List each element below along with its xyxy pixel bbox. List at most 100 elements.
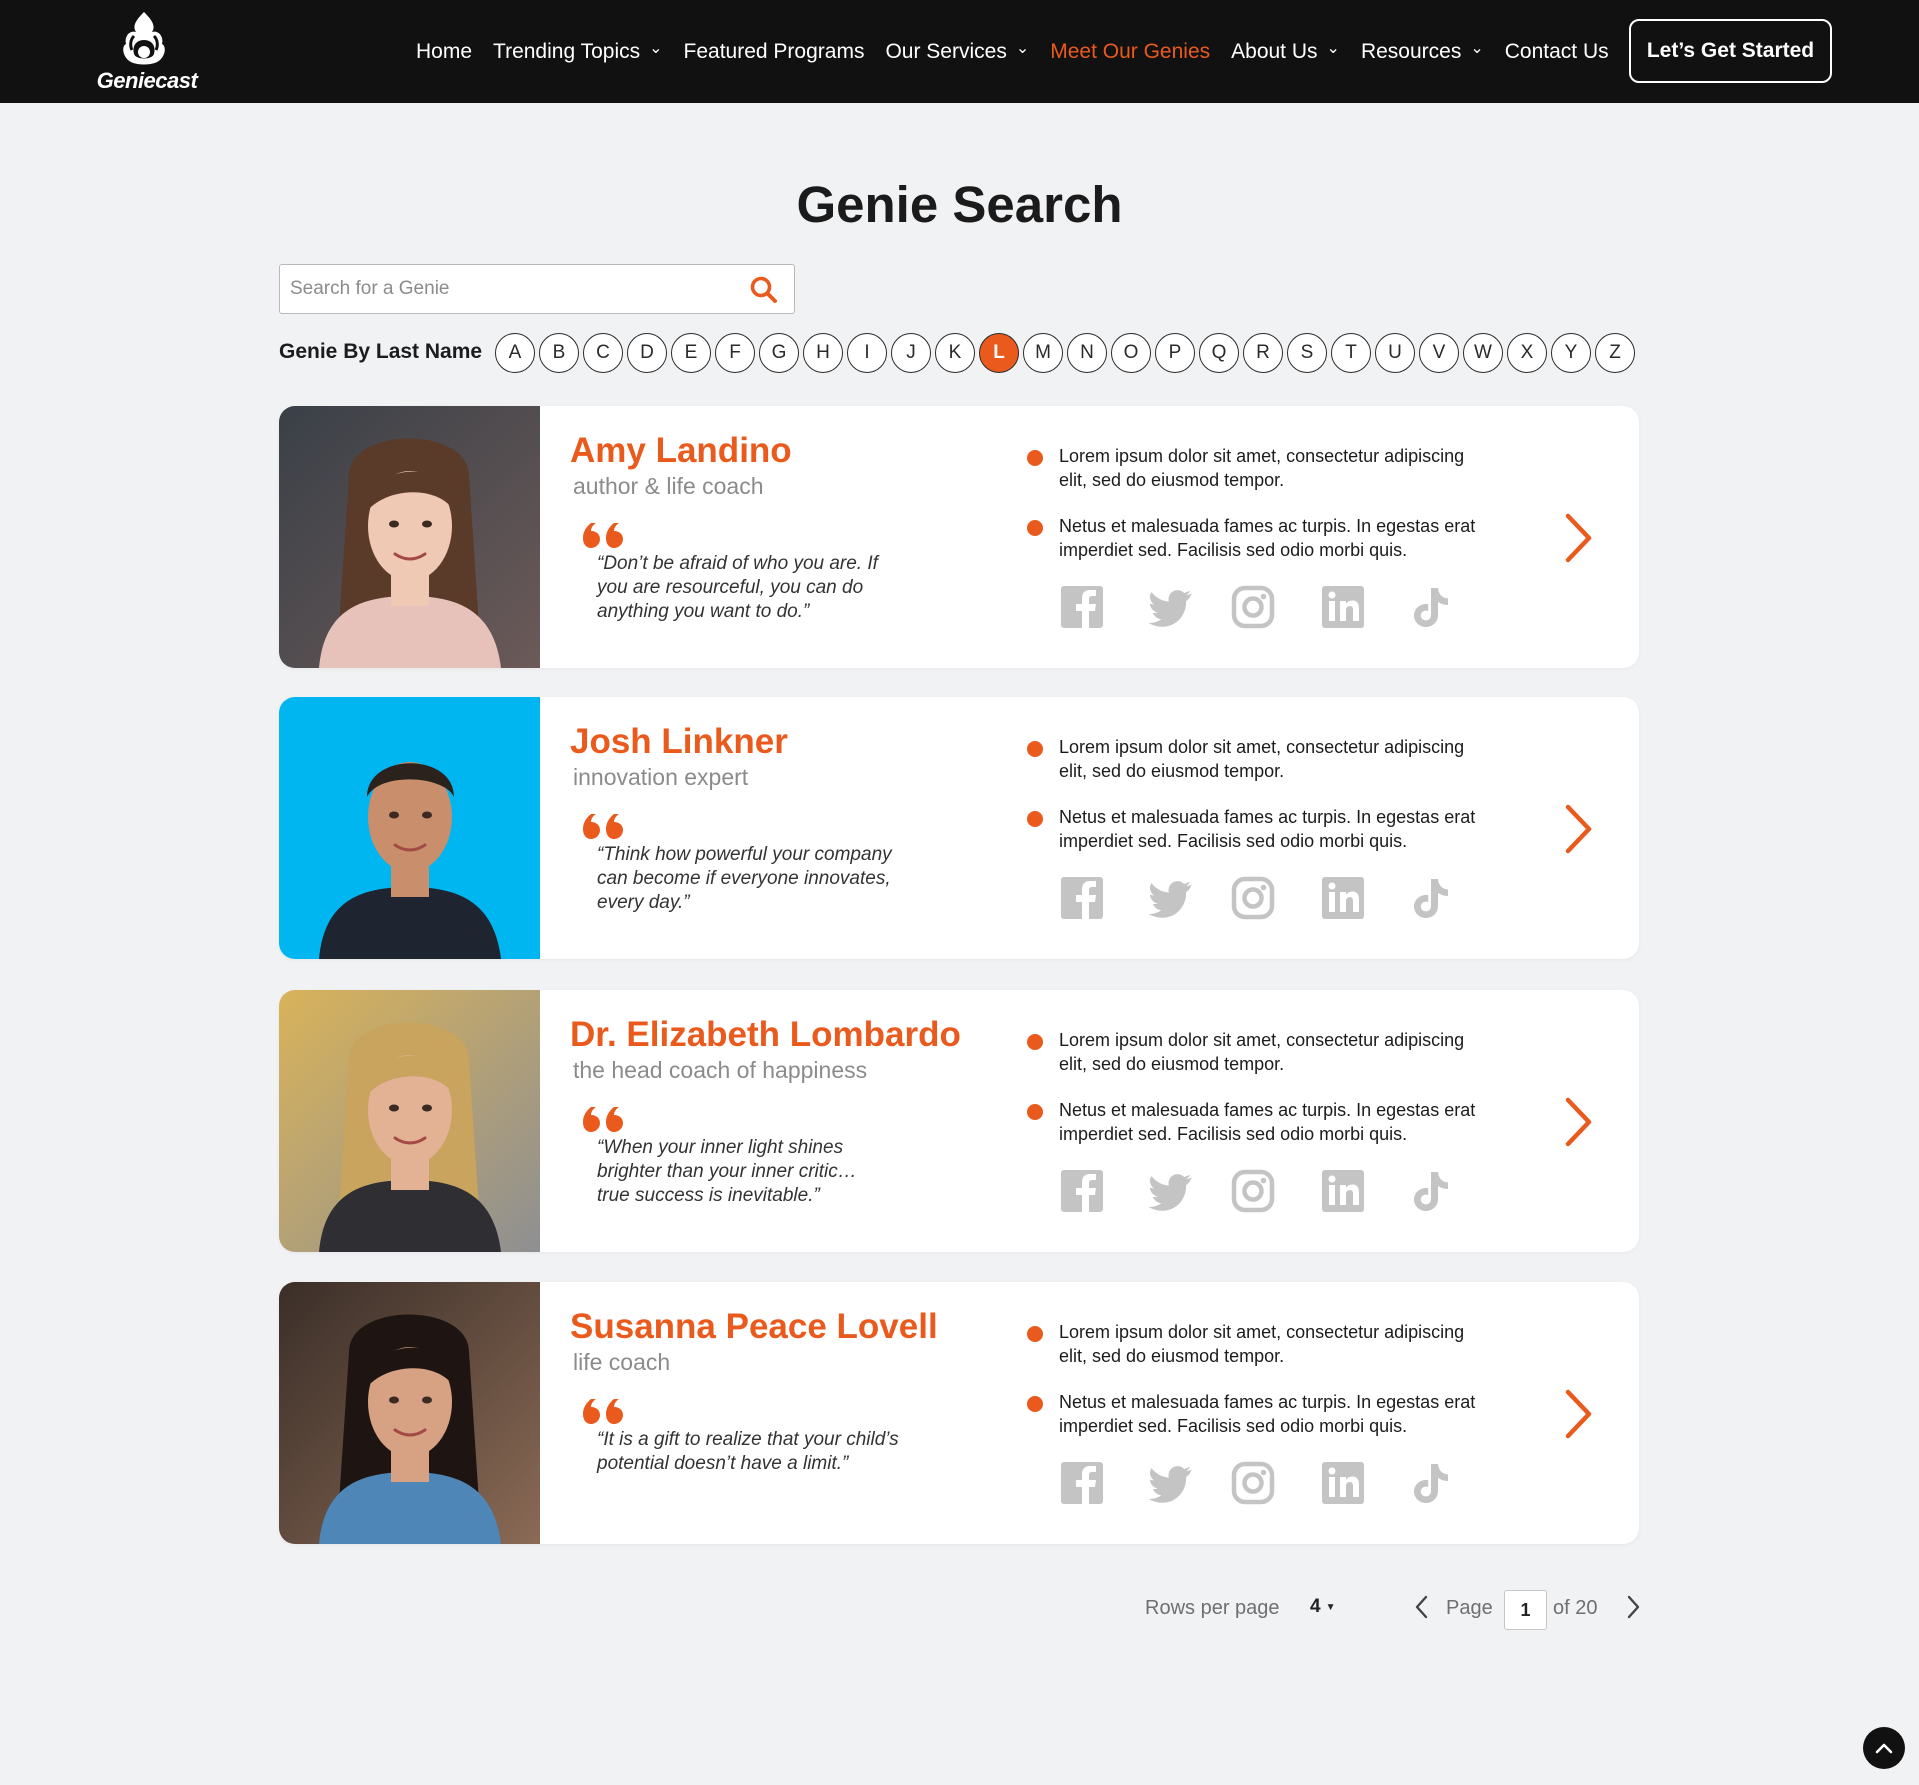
letter-filter-q[interactable]: Q — [1199, 333, 1239, 373]
genie-highlights: Lorem ipsum dolor sit amet, consectetur … — [1027, 1028, 1497, 1146]
letter-filter-o[interactable]: O — [1111, 333, 1151, 373]
letter-filter-z[interactable]: Z — [1595, 333, 1635, 373]
letter-filter-f[interactable]: F — [715, 333, 755, 373]
genie-photo[interactable] — [279, 697, 540, 959]
letter-filter-y[interactable]: Y — [1551, 333, 1591, 373]
genie-card[interactable]: Susanna Peace Lovell life coach “It is a g… — [279, 1282, 1639, 1544]
twitter-icon[interactable] — [1148, 584, 1194, 630]
twitter-icon[interactable] — [1148, 1460, 1194, 1506]
nav-item-home[interactable]: Home — [416, 40, 472, 64]
bullet-dot-icon — [1027, 1034, 1043, 1050]
nav-item-featured-programs[interactable]: Featured Programs — [684, 40, 865, 64]
quote-icon — [583, 1107, 623, 1132]
rows-per-page-label: Rows per page — [1145, 1597, 1280, 1619]
letter-filter-x[interactable]: X — [1507, 333, 1547, 373]
genie-photo[interactable] — [279, 1282, 540, 1544]
linkedin-icon[interactable] — [1320, 1168, 1366, 1214]
letter-filter-r[interactable]: R — [1243, 333, 1283, 373]
highlight-text: Lorem ipsum dolor sit amet, consectetur … — [1059, 1030, 1465, 1074]
genie-name[interactable]: Susanna Peace Lovell — [570, 1307, 938, 1347]
view-genie-arrow-icon[interactable] — [1561, 1388, 1595, 1440]
twitter-icon[interactable] — [1148, 1168, 1194, 1214]
instagram-icon[interactable] — [1230, 1460, 1276, 1506]
letter-filter-h[interactable]: H — [803, 333, 843, 373]
letter-filter-c[interactable]: C — [583, 333, 623, 373]
letter-filter-g[interactable]: G — [759, 333, 799, 373]
linkedin-icon[interactable] — [1320, 584, 1366, 630]
genie-highlights: Lorem ipsum dolor sit amet, consectetur … — [1027, 735, 1497, 853]
last-name-filter-label: Genie By Last Name — [279, 340, 483, 363]
letter-filter-t[interactable]: T — [1331, 333, 1371, 373]
highlight-item: Lorem ipsum dolor sit amet, consectetur … — [1027, 1320, 1497, 1368]
current-page-input[interactable] — [1504, 1590, 1547, 1630]
highlight-text: Netus et malesuada fames ac turpis. In e… — [1059, 516, 1476, 560]
top-navigation-bar: Geniecast Home Trending Topics ⌄ Featured P… — [0, 0, 1919, 103]
chevron-down-icon: ⌄ — [1470, 39, 1484, 57]
lets-get-started-button[interactable]: Let’s Get Started — [1629, 19, 1832, 83]
quote-icon — [583, 814, 623, 839]
genie-name[interactable]: Amy Landino — [570, 431, 792, 471]
genie-name[interactable]: Dr. Elizabeth Lombardo — [570, 1015, 961, 1055]
tiktok-icon[interactable] — [1407, 1168, 1453, 1214]
letter-filter-i[interactable]: I — [847, 333, 887, 373]
nav-item-our-services[interactable]: Our Services ⌄ — [885, 40, 1029, 64]
letter-filter-k[interactable]: K — [935, 333, 975, 373]
letter-filter-n[interactable]: N — [1067, 333, 1107, 373]
letter-filter-d[interactable]: D — [627, 333, 667, 373]
letter-filter-m[interactable]: M — [1023, 333, 1063, 373]
nav-item-about-us[interactable]: About Us ⌄ — [1231, 40, 1340, 64]
facebook-icon[interactable] — [1059, 875, 1105, 921]
letter-filter-s[interactable]: S — [1287, 333, 1327, 373]
nav-item-trending-topics[interactable]: Trending Topics ⌄ — [493, 40, 663, 64]
linkedin-icon[interactable] — [1320, 1460, 1366, 1506]
genie-card[interactable]: Dr. Elizabeth Lombardo the head coach of … — [279, 990, 1639, 1252]
next-page-icon[interactable] — [1623, 1594, 1643, 1620]
nav-item-meet-our-genies[interactable]: Meet Our Genies — [1050, 40, 1210, 64]
genie-search-input[interactable] — [290, 265, 730, 313]
genie-photo[interactable] — [279, 406, 540, 668]
tiktok-icon[interactable] — [1407, 584, 1453, 630]
rows-per-page-select[interactable]: 4 ▼ — [1310, 1596, 1335, 1618]
genie-title: author & life coach — [573, 473, 764, 499]
view-genie-arrow-icon[interactable] — [1561, 512, 1595, 564]
tiktok-icon[interactable] — [1407, 1460, 1453, 1506]
twitter-icon[interactable] — [1148, 875, 1194, 921]
highlight-text: Lorem ipsum dolor sit amet, consectetur … — [1059, 1322, 1465, 1366]
previous-page-icon[interactable] — [1412, 1594, 1432, 1620]
facebook-icon[interactable] — [1059, 1460, 1105, 1506]
back-to-top-button[interactable] — [1863, 1727, 1905, 1769]
quote-icon — [583, 1399, 623, 1424]
genie-name[interactable]: Josh Linkner — [570, 722, 788, 762]
genie-photo[interactable] — [279, 990, 540, 1252]
letter-filter-u[interactable]: U — [1375, 333, 1415, 373]
geniecast-logo[interactable]: Geniecast — [92, 10, 202, 93]
letter-filter-e[interactable]: E — [671, 333, 711, 373]
genie-card[interactable]: Amy Landino author & life coach “Don’t be … — [279, 406, 1639, 668]
search-icon[interactable] — [749, 275, 779, 305]
letter-filter-w[interactable]: W — [1463, 333, 1503, 373]
letter-filter-p[interactable]: P — [1155, 333, 1195, 373]
total-pages-label: of 20 — [1553, 1597, 1598, 1619]
chevron-down-icon: ⌄ — [649, 39, 663, 57]
view-genie-arrow-icon[interactable] — [1561, 1096, 1595, 1148]
letter-filter-l[interactable]: L — [979, 333, 1019, 373]
letter-filter-j[interactable]: J — [891, 333, 931, 373]
letter-filter-b[interactable]: B — [539, 333, 579, 373]
facebook-icon[interactable] — [1059, 584, 1105, 630]
tiktok-icon[interactable] — [1407, 875, 1453, 921]
instagram-icon[interactable] — [1230, 1168, 1276, 1214]
letter-filter-a[interactable]: A — [495, 333, 535, 373]
genie-quote: “When your inner light shines brighter t… — [597, 1137, 857, 1206]
facebook-icon[interactable] — [1059, 1168, 1105, 1214]
nav-item-resources[interactable]: Resources ⌄ — [1361, 40, 1484, 64]
linkedin-icon[interactable] — [1320, 875, 1366, 921]
nav-item-contact-us[interactable]: Contact Us — [1505, 40, 1609, 64]
genie-quote: “It is a gift to realize that your child… — [597, 1429, 899, 1474]
view-genie-arrow-icon[interactable] — [1561, 803, 1595, 855]
letter-filter-v[interactable]: V — [1419, 333, 1459, 373]
instagram-icon[interactable] — [1230, 584, 1276, 630]
instagram-icon[interactable] — [1230, 875, 1276, 921]
genie-highlights: Lorem ipsum dolor sit amet, consectetur … — [1027, 1320, 1497, 1438]
bullet-dot-icon — [1027, 1326, 1043, 1342]
genie-card[interactable]: Josh Linkner innovation expert “Think how … — [279, 697, 1639, 959]
